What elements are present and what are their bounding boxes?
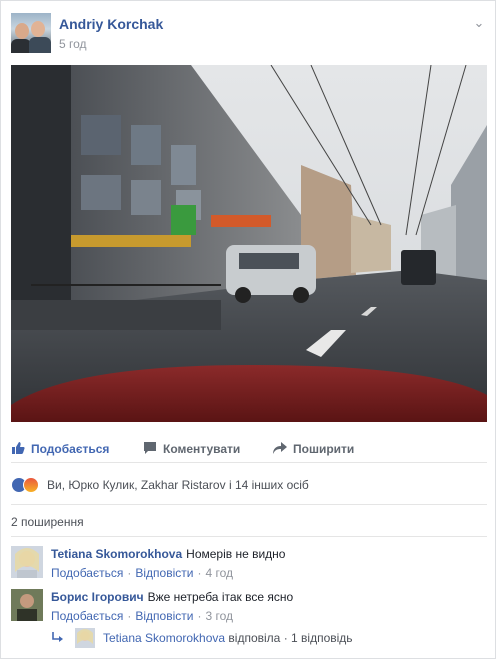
share-button[interactable]: Поширити — [273, 435, 354, 463]
angry-reaction-icon — [23, 477, 39, 493]
divider — [11, 536, 487, 537]
comment-body: Tetiana Skomorokhova Номерів не видно Под… — [51, 547, 285, 580]
comment-like-link[interactable]: Подобається — [51, 609, 123, 623]
like-label: Подобається — [31, 442, 110, 456]
share-arrow-icon — [273, 442, 287, 454]
reactions-summary[interactable]: Ви, Юрко Кулик, Zakhar Ristarov і 14 інш… — [11, 475, 487, 497]
share-label: Поширити — [293, 442, 355, 456]
comment-reply-link[interactable]: Відповісти — [135, 609, 193, 623]
like-button[interactable]: Подобається — [11, 435, 109, 463]
commenter-avatar[interactable] — [11, 546, 43, 578]
reactions-text[interactable]: Ви, Юрко Кулик, Zakhar Ristarov і 14 інш… — [47, 478, 309, 492]
post-timestamp[interactable]: 5 год — [59, 37, 87, 51]
reply-avatar — [75, 628, 95, 648]
street-photo-image — [11, 65, 487, 422]
thumbs-up-icon — [12, 442, 25, 454]
comment-like-link[interactable]: Подобається — [51, 566, 123, 580]
commenter-avatar[interactable] — [11, 589, 43, 621]
comment-meta: Подобається · Відповісти · 4 год — [51, 566, 233, 580]
comment-button[interactable]: Коментувати — [143, 435, 240, 463]
commenter-name[interactable]: Tetiana Skomorokhova — [51, 547, 182, 561]
comment-time[interactable]: 3 год — [205, 609, 233, 623]
comment-label: Коментувати — [163, 442, 241, 456]
comment-icon — [144, 442, 156, 454]
reply-verb: відповіла — [228, 631, 281, 645]
author-name[interactable]: Andriy Korchak — [59, 16, 163, 32]
post-photo[interactable] — [11, 65, 487, 422]
reply-author-name: Tetiana Skomorokhova — [103, 631, 226, 645]
commenter-name[interactable]: Борис Ігорович — [51, 590, 144, 604]
comment-body: Борис Ігорович Вже нетреба ітак все ясно … — [51, 590, 293, 623]
shares-count[interactable]: 2 поширення — [11, 515, 84, 529]
comment-text: Вже нетреба ітак все ясно — [147, 590, 294, 604]
chevron-down-icon[interactable]: ⌄ — [471, 15, 487, 31]
reply-summary-text[interactable]: Tetiana Skomorokhova відповіла · 1 відпо… — [103, 631, 353, 645]
reply-arrow-icon — [52, 632, 63, 642]
comment-time[interactable]: 4 год — [205, 566, 233, 580]
post-header: Andriy Korchak 5 год ⌄ — [11, 13, 487, 55]
comment-meta: Подобається · Відповісти · 3 год — [51, 609, 233, 623]
reply-summary[interactable]: Tetiana Skomorokhova відповіла · 1 відпо… — [51, 627, 481, 649]
comment-reply-link[interactable]: Відповісти — [135, 566, 193, 580]
comment-text: Номерів не видно — [186, 547, 286, 561]
author-avatar[interactable] — [11, 13, 51, 53]
reply-count: 1 відповідь — [291, 631, 353, 645]
divider — [11, 504, 487, 505]
post-card: Andriy Korchak 5 год ⌄ Подобається Комен… — [0, 0, 496, 659]
post-action-bar: Подобається Коментувати Поширити — [11, 435, 487, 463]
